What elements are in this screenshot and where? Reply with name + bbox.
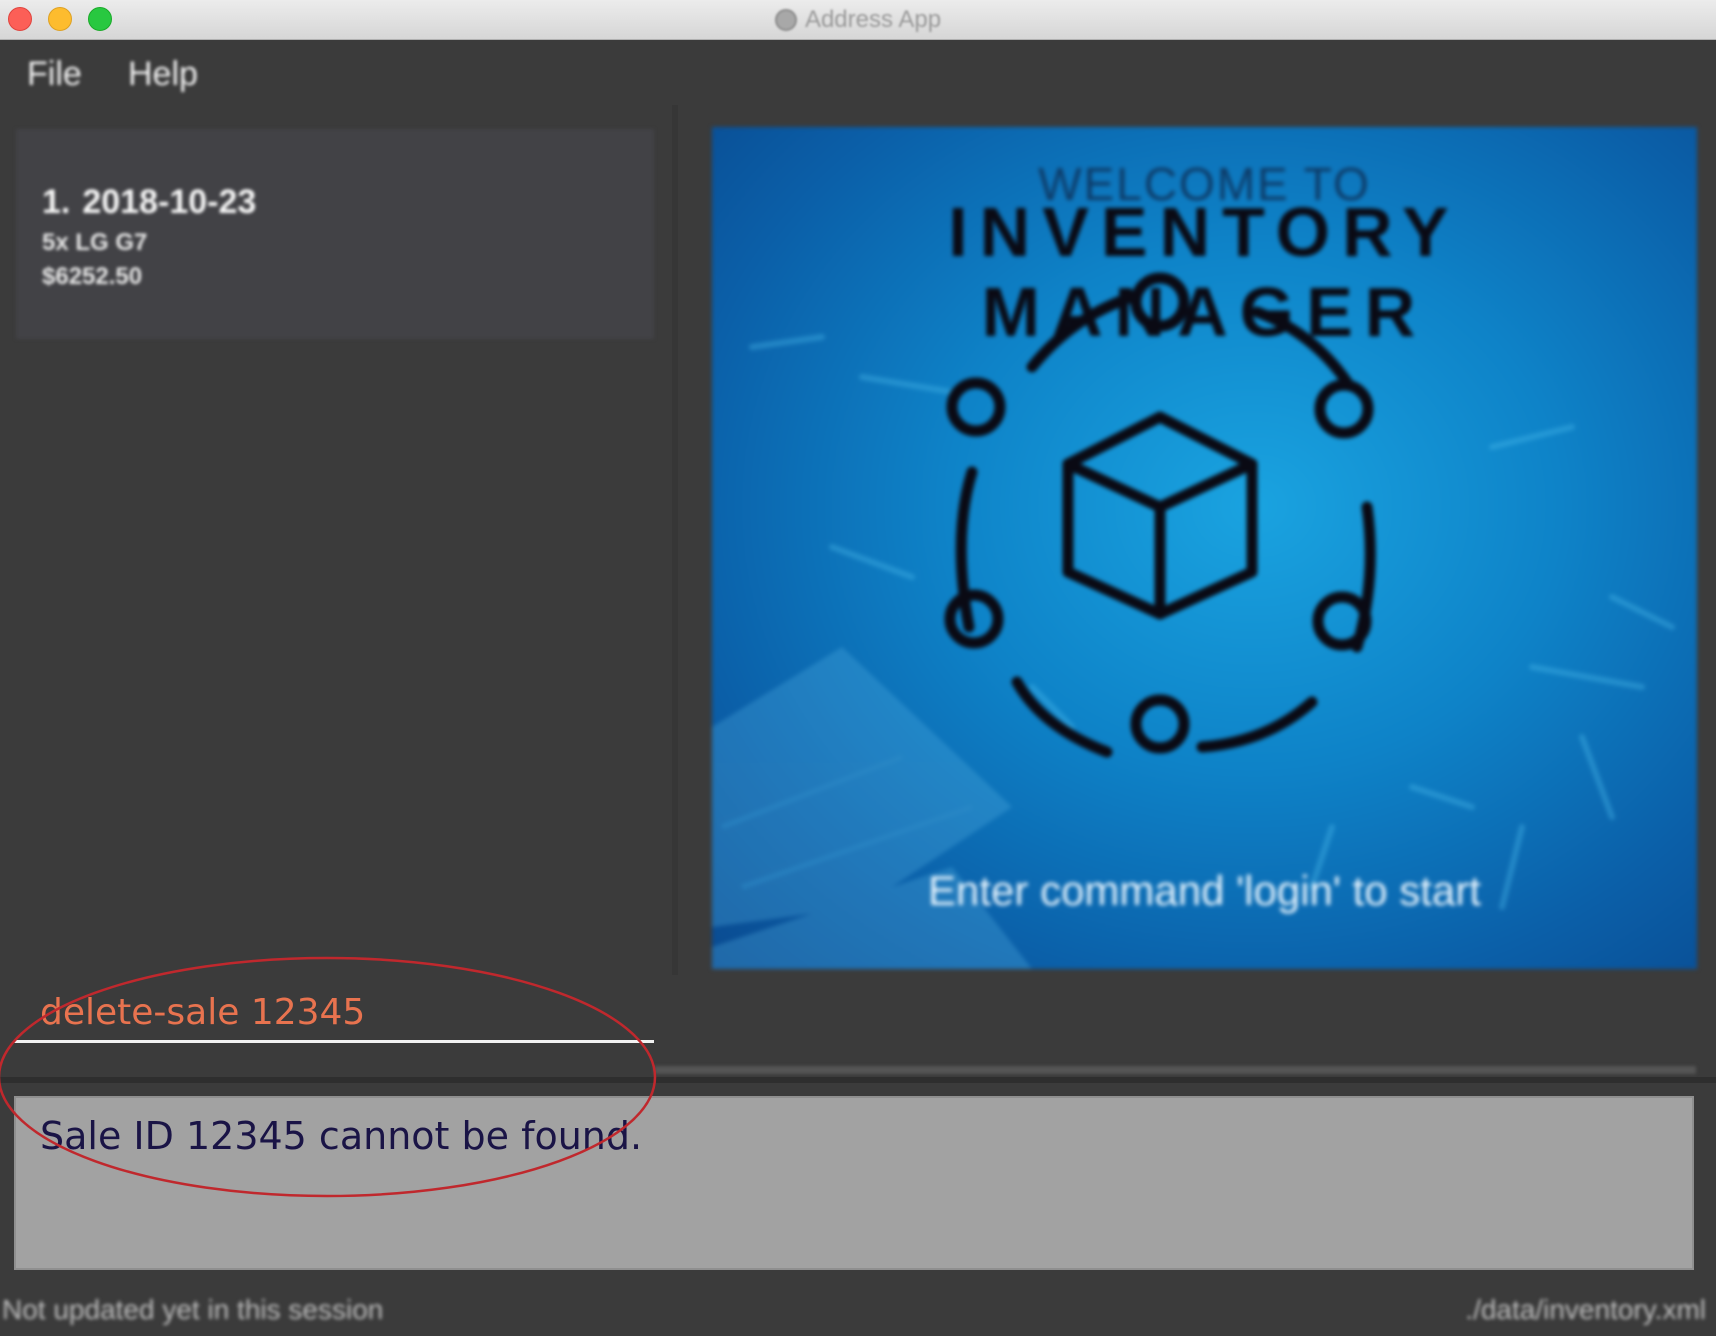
sale-list-item[interactable]: 1. 2018-10-23 5x LG G7 $6252.50: [16, 129, 654, 339]
sale-item: 5x LG G7: [42, 229, 148, 256]
sync-status: Not updated yet in this session: [2, 1294, 384, 1325]
app-window: Address App File Help 1. 2018-10-23 5x LG…: [0, 0, 1716, 1336]
menu-bar: File Help: [0, 41, 1716, 103]
menu-file[interactable]: File: [27, 55, 82, 94]
splash-instruction: Enter command 'login' to start: [928, 867, 1481, 914]
window-title: Address App: [804, 6, 942, 33]
sale-header: 1. 2018-10-23: [42, 183, 256, 222]
sale-date: 2018-10-23: [82, 183, 257, 221]
save-location: ./data/inventory.xml: [1465, 1294, 1706, 1325]
status-bar: Not updated yet in this session ./data/i…: [0, 1284, 1716, 1336]
sale-index: 1.: [42, 183, 71, 221]
sales-list-panel[interactable]: 1. 2018-10-23 5x LG G7 $6252.50: [0, 105, 668, 975]
command-separator: [654, 1066, 1696, 1074]
command-box: [0, 975, 1716, 1085]
sale-total: $6252.50: [42, 263, 143, 290]
app-icon: [774, 9, 797, 31]
split-pane-divider[interactable]: [672, 105, 678, 975]
command-input[interactable]: [14, 985, 654, 1043]
window-title-group: Address App: [0, 0, 1716, 40]
result-message: Sale ID 12345 cannot be found.: [40, 1114, 643, 1158]
result-display[interactable]: Sale ID 12345 cannot be found.: [14, 1096, 1694, 1270]
menu-help[interactable]: Help: [128, 55, 198, 94]
welcome-splash: WELCOME TO INVENTORY MANAGER Enter comma…: [712, 127, 1697, 969]
title-bar[interactable]: Address App: [0, 0, 1716, 40]
panel-divider: [0, 1077, 1716, 1083]
inventory-box-network-icon: [944, 272, 1376, 758]
